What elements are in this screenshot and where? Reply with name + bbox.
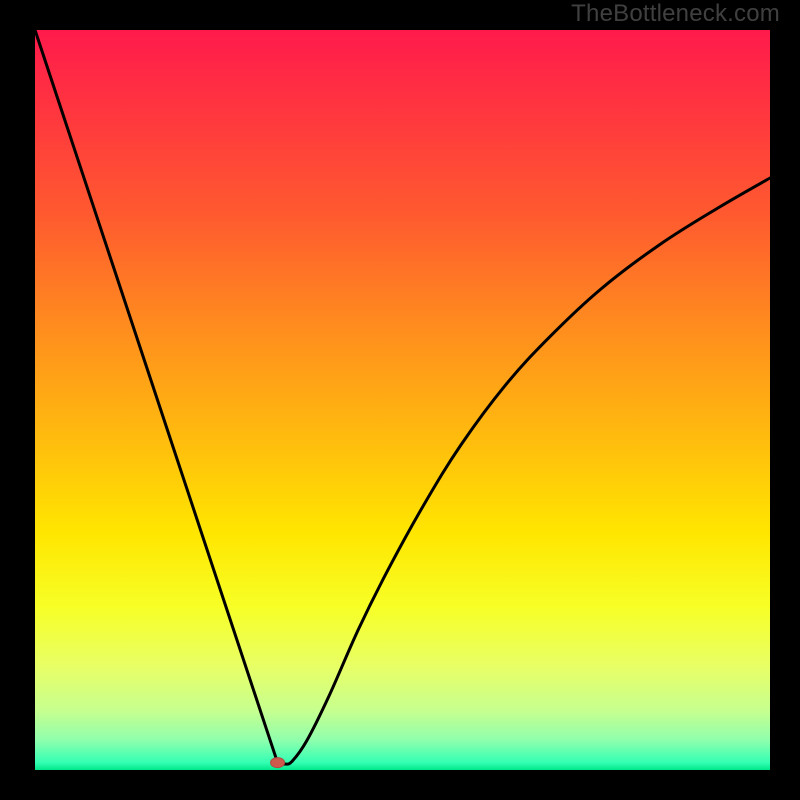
gradient-background — [35, 30, 770, 770]
watermark-text: TheBottleneck.com — [571, 0, 780, 28]
bottleneck-chart — [0, 0, 800, 800]
optimum-marker — [271, 758, 285, 768]
chart-container: TheBottleneck.com — [0, 0, 800, 800]
